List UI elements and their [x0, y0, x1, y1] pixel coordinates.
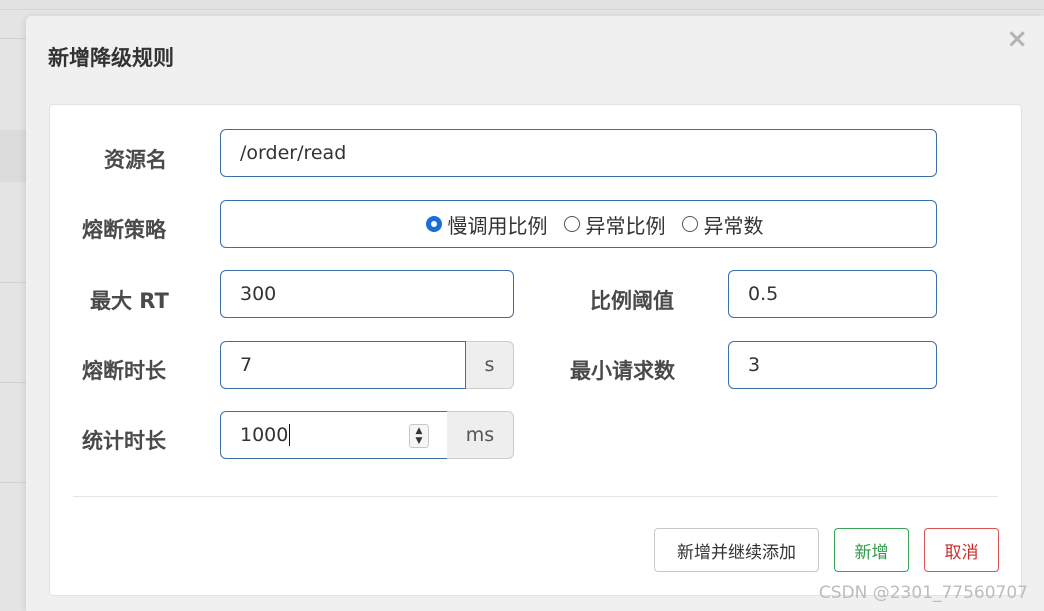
strategy-option-label: 异常数 — [703, 213, 764, 238]
radio-checked-icon[interactable] — [425, 216, 442, 232]
min-requests-label: 最小请求数 — [570, 359, 675, 383]
break-duration-input[interactable]: 7 — [220, 341, 466, 389]
strategy-option-error-count[interactable]: 异常数 — [681, 210, 764, 239]
add-button[interactable]: 新增 — [834, 528, 909, 572]
form-panel: 资源名 /order/read 熔断策略 慢调用比例 异常比例 异常数 最大 R… — [49, 104, 1022, 596]
ratio-threshold-input[interactable]: 0.5 — [728, 270, 937, 318]
break-duration-value: 7 — [240, 354, 253, 376]
resource-name-value: /order/read — [240, 142, 347, 164]
max-rt-input[interactable]: 300 — [220, 270, 514, 318]
strategy-label: 熔断策略 — [82, 218, 166, 242]
strategy-option-error-ratio[interactable]: 异常比例 — [563, 210, 666, 239]
modal-title: 新增降级规则 — [48, 46, 174, 70]
strategy-option-label: 异常比例 — [585, 213, 666, 238]
cancel-button[interactable]: 取消 — [924, 528, 999, 572]
resource-name-label: 资源名 — [104, 148, 167, 172]
spinner-down-icon[interactable]: ▼ — [416, 436, 423, 446]
add-and-continue-button[interactable]: 新增并继续添加 — [654, 528, 819, 572]
resource-name-input[interactable]: /order/read — [220, 129, 937, 177]
watermark: CSDN @2301_77560707 — [818, 583, 1028, 603]
stat-duration-unit: ms — [447, 411, 514, 459]
add-degrade-rule-modal: 新增降级规则 × 资源名 /order/read 熔断策略 慢调用比例 异常比例… — [26, 16, 1044, 611]
stat-duration-input[interactable]: 1000 ▲ ▼ — [220, 411, 448, 459]
break-duration-unit: s — [466, 341, 514, 389]
strategy-option-label: 慢调用比例 — [447, 213, 548, 238]
radio-unchecked-icon[interactable] — [563, 216, 580, 232]
max-rt-value: 300 — [240, 283, 277, 305]
stat-duration-label: 统计时长 — [82, 429, 166, 453]
number-spinner[interactable]: ▲ ▼ — [409, 424, 429, 448]
text-cursor — [289, 424, 291, 446]
min-requests-value: 3 — [748, 354, 761, 376]
backdrop-top-bar — [0, 0, 1044, 10]
break-duration-label: 熔断时长 — [82, 359, 166, 383]
close-icon[interactable]: × — [1006, 26, 1028, 52]
spinner-up-icon[interactable]: ▲ — [416, 426, 423, 436]
stat-duration-value: 1000 — [240, 424, 289, 446]
ratio-threshold-value: 0.5 — [748, 283, 779, 305]
strategy-option-slow-ratio[interactable]: 慢调用比例 — [425, 210, 548, 239]
form-divider — [73, 496, 998, 497]
strategy-radio-group: 慢调用比例 异常比例 异常数 — [220, 200, 937, 248]
max-rt-label: 最大 RT — [90, 289, 169, 313]
radio-unchecked-icon[interactable] — [681, 216, 698, 232]
ratio-threshold-label: 比例阈值 — [590, 289, 674, 313]
min-requests-input[interactable]: 3 — [728, 341, 937, 389]
